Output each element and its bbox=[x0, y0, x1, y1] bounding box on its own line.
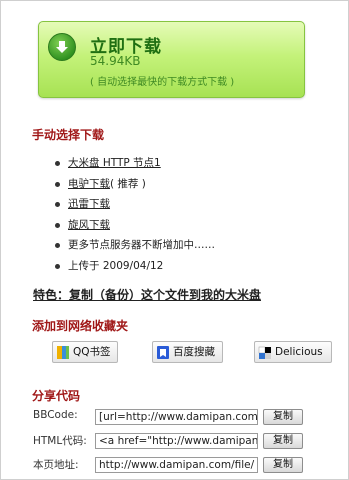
list-item: 上传于 2009/04/12 bbox=[52, 256, 215, 277]
html-code-label: HTML代码: bbox=[33, 435, 87, 447]
copy-url-button[interactable]: 复制 bbox=[263, 457, 303, 473]
list-item: 迅雷下载 bbox=[52, 194, 215, 215]
http-node-link[interactable]: 大米盘 HTTP 节点1 bbox=[68, 157, 161, 169]
bbcode-label: BBCode: bbox=[33, 409, 78, 421]
baidu-bookmark-button[interactable]: 百度搜藏 bbox=[152, 341, 223, 363]
list-item: 大米盘 HTTP 节点1 bbox=[52, 153, 215, 174]
download-options-list: 大米盘 HTTP 节点1 电驴下载( 推荐 ) 迅雷下载 旋风下载 更多节点服务… bbox=[52, 153, 215, 277]
bbcode-field[interactable]: [url=http://www.damipan.com bbox=[95, 409, 258, 425]
list-item: 旋风下载 bbox=[52, 215, 215, 236]
page-url-label: 本页地址: bbox=[33, 459, 79, 471]
qq-bookmark-button[interactable]: QQ书签 bbox=[52, 341, 118, 363]
xuanfeng-download-link[interactable]: 旋风下载 bbox=[68, 219, 110, 231]
more-nodes-text: 更多节点服务器不断增加中…… bbox=[68, 239, 215, 252]
bookmark-heading: 添加到网络收藏夹 bbox=[32, 319, 129, 333]
copy-bbcode-button[interactable]: 复制 bbox=[263, 409, 303, 425]
delicious-icon bbox=[258, 345, 272, 360]
download-arrow-icon bbox=[48, 33, 76, 61]
baidu-bookmark-icon bbox=[156, 345, 170, 360]
upload-date: 上传于 2009/04/12 bbox=[68, 259, 164, 272]
page-url-field[interactable]: http://www.damipan.com/file/ bbox=[95, 457, 258, 473]
download-now-button[interactable]: 立即下载 54.94KB ( 自动选择最快的下载方式下载 ) bbox=[38, 21, 305, 98]
copy-to-my-damipan-link[interactable]: 特色：复制（备份）这个文件到我的大米盘 bbox=[33, 286, 261, 303]
recommend-note: ( 推荐 ) bbox=[110, 177, 146, 190]
html-code-field[interactable]: <a href="http://www.damipan bbox=[95, 433, 258, 449]
manual-download-heading: 手动选择下载 bbox=[32, 128, 105, 142]
file-size: 54.94KB bbox=[90, 54, 141, 68]
thunder-download-link[interactable]: 迅雷下载 bbox=[68, 198, 110, 210]
delicious-label: Delicious bbox=[275, 346, 323, 358]
delicious-button[interactable]: Delicious bbox=[254, 341, 332, 363]
qq-bookmark-icon bbox=[56, 345, 70, 360]
baidu-bookmark-label: 百度搜藏 bbox=[173, 346, 215, 358]
download-note: ( 自动选择最快的下载方式下载 ) bbox=[90, 77, 235, 88]
emule-download-link[interactable]: 电驴下载 bbox=[68, 178, 110, 190]
list-item: 电驴下载( 推荐 ) bbox=[52, 174, 215, 195]
list-item: 更多节点服务器不断增加中…… bbox=[52, 235, 215, 256]
share-code-heading: 分享代码 bbox=[32, 389, 81, 403]
qq-bookmark-label: QQ书签 bbox=[73, 346, 111, 358]
copy-html-button[interactable]: 复制 bbox=[263, 433, 303, 449]
